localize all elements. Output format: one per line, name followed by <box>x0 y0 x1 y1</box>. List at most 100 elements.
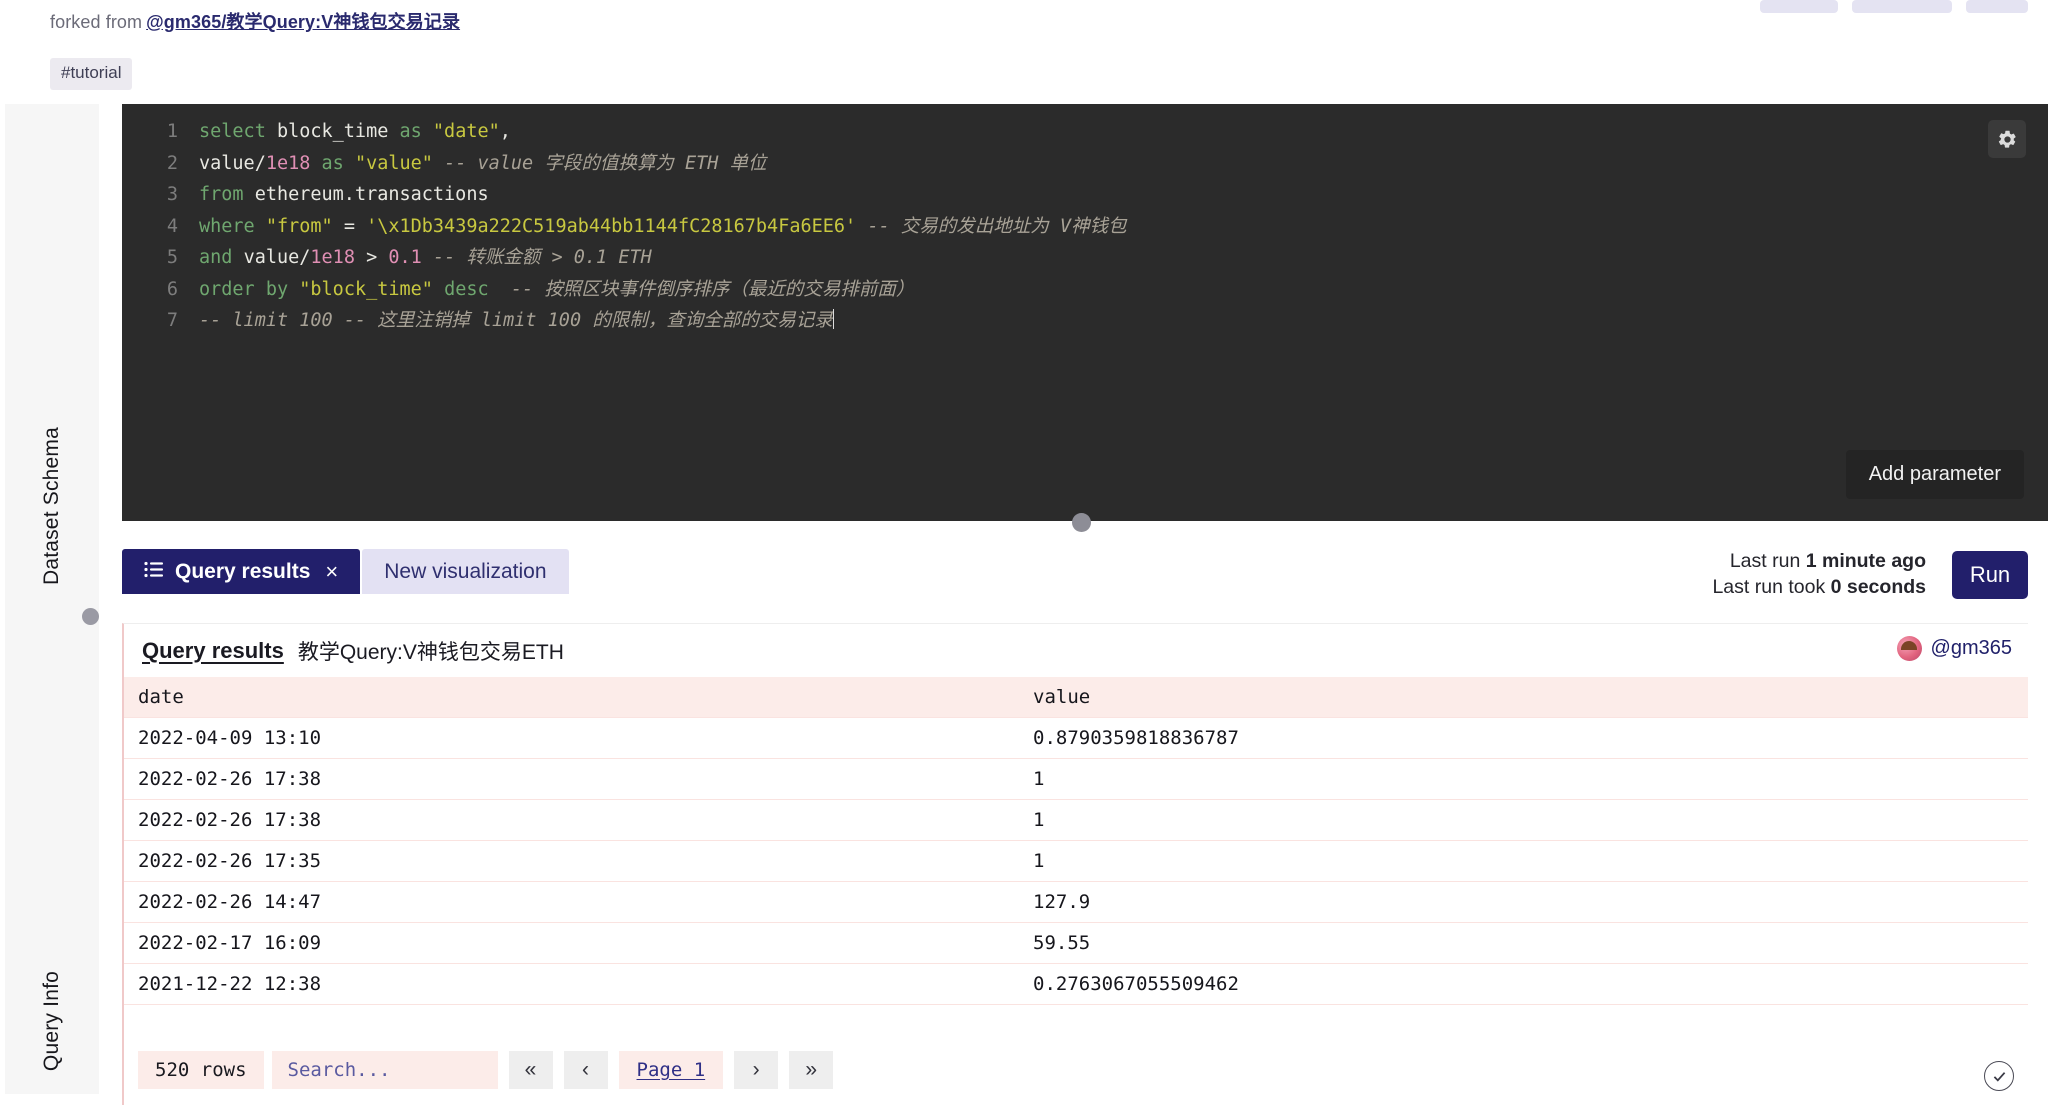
code-token <box>310 153 321 174</box>
cell-value: 1 <box>1019 840 2028 881</box>
code-token <box>255 216 266 237</box>
cell-date: 2022-02-26 17:38 <box>124 758 1019 799</box>
add-parameter-button[interactable]: Add parameter <box>1846 450 2024 499</box>
table-header-row: date value <box>124 677 2028 717</box>
first-page-button[interactable]: « <box>509 1051 553 1089</box>
code-line: 4where "from" = '\x1Db3439a222C519ab44bb… <box>144 211 2048 243</box>
top-right-button-group <box>1760 0 2028 13</box>
code-token: -- 转账金额 > 0.1 ETH <box>433 247 652 268</box>
gear-icon[interactable] <box>1988 120 2026 158</box>
results-table-head: date value <box>124 677 2028 717</box>
line-number: 6 <box>144 274 178 306</box>
code-token: desc <box>444 279 489 300</box>
top-action-button-2[interactable] <box>1852 0 1952 13</box>
row-count-chip: 520 rows <box>138 1051 264 1089</box>
code-token: and <box>199 247 232 268</box>
cell-date: 2022-02-26 17:35 <box>124 840 1019 881</box>
results-owner[interactable]: @gm365 <box>1897 636 2012 661</box>
column-header-date[interactable]: date <box>124 677 1019 717</box>
code-token: ethereum.transactions <box>255 184 489 205</box>
code-token <box>433 279 444 300</box>
code-token: value <box>199 153 255 174</box>
tag-tutorial[interactable]: #tutorial <box>50 58 132 90</box>
column-header-value[interactable]: value <box>1019 677 2028 717</box>
code-token: "from" <box>266 216 333 237</box>
last-took-prefix: Last run took <box>1712 576 1830 598</box>
prev-page-button[interactable]: ‹ <box>564 1051 608 1089</box>
last-run-time: Last run 1 minute ago <box>1712 548 1926 574</box>
code-token: where <box>199 216 255 237</box>
results-tab-bar: Query results × New visualization <box>122 549 569 594</box>
code-token <box>244 184 255 205</box>
code-token: , <box>500 121 511 142</box>
search-input[interactable]: Search... <box>272 1051 498 1089</box>
code-token <box>422 247 433 268</box>
code-token <box>344 153 355 174</box>
current-page-indicator[interactable]: Page 1 <box>619 1051 724 1089</box>
cell-date: 2022-04-09 13:10 <box>124 717 1019 758</box>
line-number: 4 <box>144 211 178 243</box>
table-row: 2021-12-22 12:380.2763067055509462 <box>124 963 2028 1004</box>
query-editor-page: forked from@gm365/教学Query:V神钱包交易记录 #tuto… <box>0 0 2048 1116</box>
code-token: order <box>199 279 255 300</box>
table-row: 2022-02-26 17:381 <box>124 799 2028 840</box>
code-token: as <box>400 121 422 142</box>
top-action-button-1[interactable] <box>1760 0 1838 13</box>
results-table-body: 2022-04-09 13:100.87903598188367872022-0… <box>124 717 2028 1004</box>
rail-resize-handle[interactable] <box>82 608 99 625</box>
code-token: = <box>344 216 355 237</box>
last-page-button[interactable]: » <box>789 1051 833 1089</box>
last-run-duration: Last run took 0 seconds <box>1712 574 1926 600</box>
code-token: -- 按照区块事件倒序排序（最近的交易排前面） <box>511 279 914 300</box>
code-token: by <box>266 279 288 300</box>
sql-editor[interactable]: 1select block_time as "date",2value/1e18… <box>122 104 2048 521</box>
results-pagination: 520 rows Search... « ‹ Page 1 › » <box>138 1051 833 1089</box>
code-token <box>377 247 388 268</box>
code-token <box>856 216 867 237</box>
code-token: block_time <box>277 121 388 142</box>
forked-from-label: forked from <box>50 12 142 32</box>
table-row: 2022-02-26 17:351 <box>124 840 2028 881</box>
code-token <box>355 247 366 268</box>
tab-new-visualization[interactable]: New visualization <box>362 549 568 594</box>
code-token: / <box>255 153 266 174</box>
code-token: -- value 字段的值换算为 ETH 单位 <box>444 153 766 174</box>
forked-from-link[interactable]: @gm365/教学Query:V神钱包交易记录 <box>146 12 460 32</box>
code-line: 2value/1e18 as "value" -- value 字段的值换算为 … <box>144 148 2048 180</box>
code-token <box>333 216 344 237</box>
code-token: value <box>244 247 300 268</box>
run-button[interactable]: Run <box>1952 551 2028 599</box>
code-token <box>288 279 299 300</box>
cell-value: 59.55 <box>1019 922 2028 963</box>
code-token <box>489 279 511 300</box>
check-circle-icon[interactable] <box>1984 1061 2014 1091</box>
top-action-button-3[interactable] <box>1966 0 2028 13</box>
line-number: 3 <box>144 179 178 211</box>
tab-new-visualization-label: New visualization <box>384 560 546 584</box>
sidebar-item-query-info[interactable]: Query Info <box>5 949 99 1094</box>
code-token: "value" <box>355 153 433 174</box>
cell-value: 0.2763067055509462 <box>1019 963 2028 1004</box>
query-info-label: Query Info <box>40 971 64 1071</box>
table-row: 2022-02-17 16:0959.55 <box>124 922 2028 963</box>
editor-splitter-handle[interactable] <box>1072 513 1091 532</box>
code-token: from <box>199 184 244 205</box>
tab-query-results[interactable]: Query results × <box>122 549 360 594</box>
close-icon[interactable]: × <box>325 559 338 585</box>
line-number: 2 <box>144 148 178 180</box>
cell-date: 2022-02-26 14:47 <box>124 881 1019 922</box>
code-token: -- 交易的发出地址为 V神钱包 <box>867 216 1126 237</box>
code-token: "block_time" <box>299 279 433 300</box>
next-page-button[interactable]: › <box>734 1051 778 1089</box>
code-token: -- limit 100 -- 这里注销掉 limit 100 的限制，查询全部… <box>199 310 833 331</box>
avatar <box>1897 636 1922 661</box>
code-token <box>355 216 366 237</box>
last-run-value: 1 minute ago <box>1806 550 1926 572</box>
code-token <box>422 121 433 142</box>
code-line: 7-- limit 100 -- 这里注销掉 limit 100 的限制，查询全… <box>144 305 2048 337</box>
list-icon <box>144 560 164 584</box>
sql-code-content[interactable]: 1select block_time as "date",2value/1e18… <box>144 116 2048 337</box>
code-token <box>232 247 243 268</box>
sidebar-item-dataset-schema[interactable]: Dataset Schema <box>5 104 99 909</box>
left-rail: Dataset Schema Query Info <box>5 104 99 1094</box>
